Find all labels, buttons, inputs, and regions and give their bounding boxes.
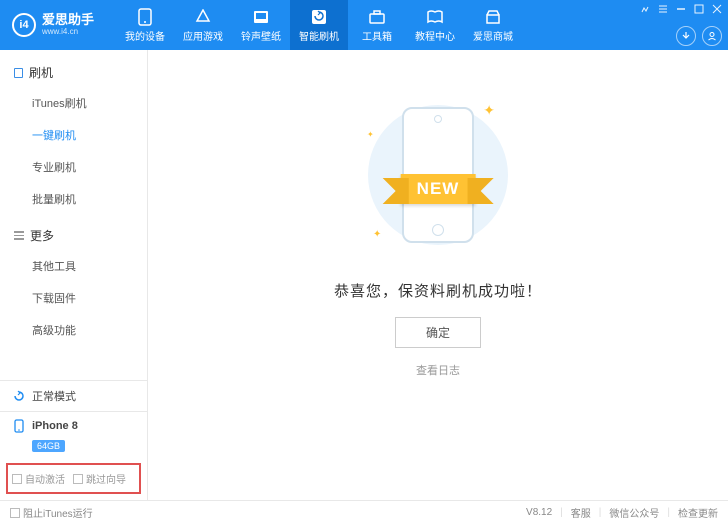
nav-label: 铃声壁纸: [241, 28, 281, 43]
settings-icon[interactable]: [638, 2, 652, 16]
logo-text: 爱思助手 www.i4.cn: [42, 13, 94, 36]
nav-label: 智能刷机: [299, 28, 339, 43]
sparkle-icon: ✦: [373, 229, 381, 240]
section-label: 更多: [30, 227, 54, 244]
footer-right: V8.12 | 客服 | 微信公众号 | 检查更新: [526, 505, 718, 520]
window-controls: [638, 2, 724, 16]
brand-url: www.i4.cn: [42, 28, 94, 37]
sparkle-icon: ✦: [367, 130, 374, 139]
more-section-icon: [14, 231, 24, 240]
nav-ringtones[interactable]: 铃声壁纸: [232, 0, 290, 50]
device-name: iPhone 8: [32, 420, 78, 432]
app-body: 刷机 iTunes刷机 一键刷机 专业刷机 批量刷机 更多 其他工具 下载固件 …: [0, 50, 728, 500]
app-header: i4 爱思助手 www.i4.cn 我的设备 应用游戏 铃声壁纸 智能刷机 工具…: [0, 0, 728, 50]
sidebar-item-advanced[interactable]: 高级功能: [0, 314, 147, 346]
sidebar-item-batch-flash[interactable]: 批量刷机: [0, 183, 147, 215]
toolbox-icon: [368, 8, 386, 26]
view-log-link[interactable]: 查看日志: [416, 362, 460, 378]
nav-my-device[interactable]: 我的设备: [116, 0, 174, 50]
nav-store[interactable]: 爱思商城: [464, 0, 522, 50]
user-icon[interactable]: [702, 26, 722, 46]
sidebar-item-onekey-flash[interactable]: 一键刷机: [0, 119, 147, 151]
storage-badge: 64GB: [32, 440, 65, 452]
mode-label: 正常模式: [32, 388, 76, 404]
maximize-button[interactable]: [692, 2, 706, 16]
minimize-button[interactable]: [674, 2, 688, 16]
checkbox-icon: [12, 474, 22, 484]
refresh-icon: [12, 389, 26, 403]
separator: |: [560, 507, 563, 518]
sidebar-checkboxes: 自动激活 跳过向导: [6, 463, 141, 494]
nav-label: 教程中心: [415, 28, 455, 43]
logo-icon: i4: [12, 13, 36, 37]
auto-activate-checkbox[interactable]: 自动激活: [12, 471, 65, 486]
top-nav: 我的设备 应用游戏 铃声壁纸 智能刷机 工具箱 教程中心 爱思商城: [116, 0, 522, 50]
separator: |: [667, 507, 670, 518]
sidebar-item-other-tools[interactable]: 其他工具: [0, 250, 147, 282]
ribbon-text: NEW: [401, 174, 476, 204]
separator: |: [599, 507, 602, 518]
section-label: 刷机: [29, 64, 53, 81]
store-icon: [484, 8, 502, 26]
brand-name: 爱思助手: [42, 13, 94, 27]
book-icon: [426, 8, 444, 26]
block-itunes-checkbox[interactable]: 阻止iTunes运行: [10, 505, 93, 520]
logo: i4 爱思助手 www.i4.cn: [0, 13, 106, 37]
nav-tutorials[interactable]: 教程中心: [406, 0, 464, 50]
wallpaper-icon: [252, 8, 270, 26]
new-ribbon: NEW: [401, 174, 476, 204]
nav-apps[interactable]: 应用游戏: [174, 0, 232, 50]
mode-row[interactable]: 正常模式: [0, 381, 147, 411]
sidebar: 刷机 iTunes刷机 一键刷机 专业刷机 批量刷机 更多 其他工具 下载固件 …: [0, 50, 148, 500]
nav-flash[interactable]: 智能刷机: [290, 0, 348, 50]
sparkle-icon: ✦: [483, 102, 495, 119]
menu-icon[interactable]: [656, 2, 670, 16]
checkbox-label: 跳过向导: [86, 471, 126, 486]
nav-label: 爱思商城: [473, 28, 513, 43]
sidebar-section-flash: 刷机: [0, 58, 147, 87]
header-right: [676, 26, 722, 46]
checkbox-icon: [10, 508, 20, 518]
checkbox-icon: [73, 474, 83, 484]
support-link[interactable]: 客服: [571, 505, 591, 520]
footer: 阻止iTunes运行 V8.12 | 客服 | 微信公众号 | 检查更新: [0, 500, 728, 524]
sidebar-item-download-fw[interactable]: 下载固件: [0, 282, 147, 314]
main-content: ✦ ✦ ✦ NEW 恭喜您，保资料刷机成功啦！ 确定 查看日志: [148, 50, 728, 500]
update-link[interactable]: 检查更新: [678, 505, 718, 520]
wechat-link[interactable]: 微信公众号: [609, 505, 659, 520]
device-row[interactable]: iPhone 8: [0, 411, 147, 440]
phone-icon: [136, 8, 154, 26]
nav-label: 工具箱: [362, 28, 392, 43]
success-graphic: ✦ ✦ ✦ NEW: [363, 90, 513, 260]
success-message: 恭喜您，保资料刷机成功啦！: [334, 280, 542, 301]
nav-toolbox[interactable]: 工具箱: [348, 0, 406, 50]
download-icon[interactable]: [676, 26, 696, 46]
checkbox-label: 自动激活: [25, 471, 65, 486]
sidebar-item-pro-flash[interactable]: 专业刷机: [0, 151, 147, 183]
checkbox-label: 阻止iTunes运行: [23, 505, 93, 520]
skip-guide-checkbox[interactable]: 跳过向导: [73, 471, 126, 486]
ok-button[interactable]: 确定: [395, 317, 481, 348]
flash-icon: [310, 8, 328, 26]
sidebar-item-itunes-flash[interactable]: iTunes刷机: [0, 87, 147, 119]
nav-label: 应用游戏: [183, 28, 223, 43]
nav-label: 我的设备: [125, 28, 165, 43]
sidebar-section-more: 更多: [0, 221, 147, 250]
version-label: V8.12: [526, 507, 552, 518]
apps-icon: [194, 8, 212, 26]
storage-row: 64GB: [0, 440, 147, 459]
sidebar-status: 正常模式 iPhone 8 64GB: [0, 380, 147, 459]
device-icon: [12, 419, 26, 433]
sidebar-menu: 刷机 iTunes刷机 一键刷机 专业刷机 批量刷机 更多 其他工具 下载固件 …: [0, 50, 147, 380]
close-button[interactable]: [710, 2, 724, 16]
flash-section-icon: [14, 68, 23, 78]
